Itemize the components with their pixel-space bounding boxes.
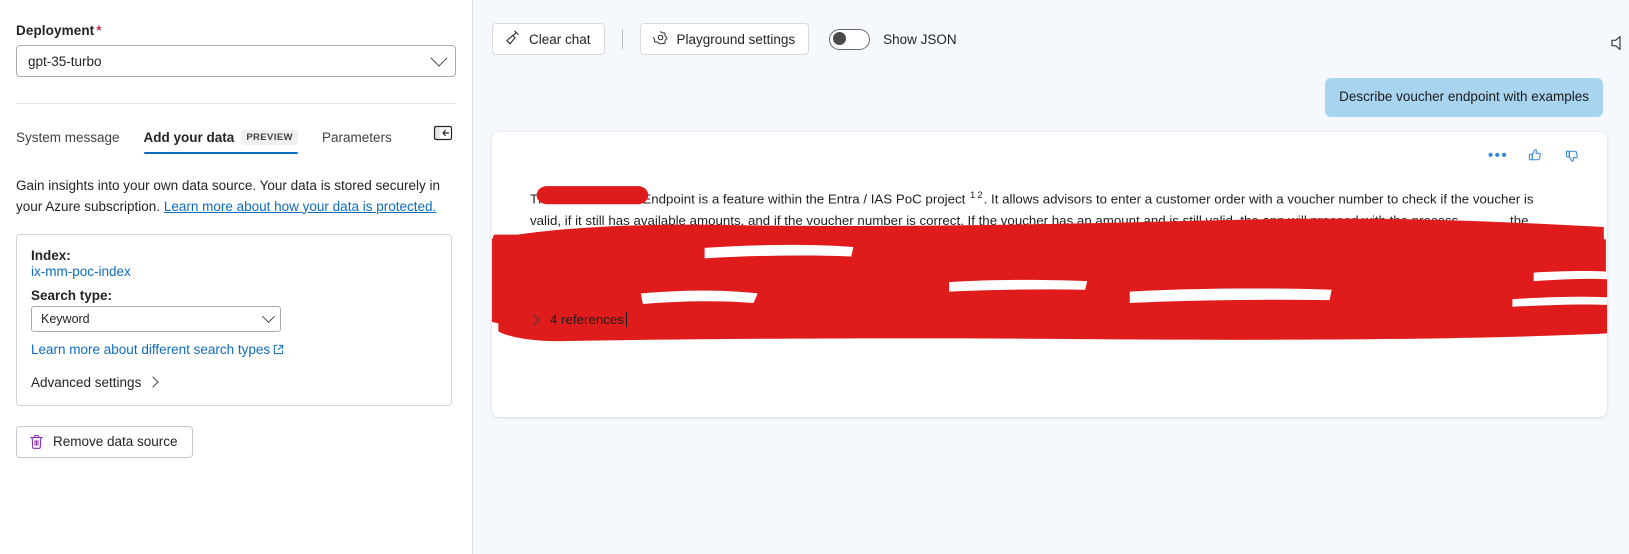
- redacted-name-1: [557, 191, 601, 206]
- search-types-link[interactable]: Learn more about different search types: [31, 340, 284, 360]
- tab-system-message-label: System message: [16, 130, 120, 145]
- remove-data-source-label: Remove data source: [53, 434, 178, 450]
- configuration-panel: Deployment * gpt-35-turbo System message …: [0, 0, 473, 554]
- chat-panel: Clear chat Playground settings Show JSON: [473, 0, 1629, 554]
- trash-icon: [29, 434, 44, 450]
- answer-paragraph: The Check Endpoint is a feature within t…: [530, 188, 1538, 297]
- gear-icon: [652, 29, 669, 49]
- collapse-panel-icon[interactable]: [432, 124, 454, 142]
- search-type-dropdown[interactable]: Keyword: [31, 306, 281, 333]
- references-label: 4 references: [550, 312, 624, 328]
- deployment-label: Deployment *: [16, 23, 456, 38]
- index-label: Index:: [31, 248, 71, 264]
- answer-fragment-th: Th: [606, 234, 623, 250]
- chat-toolbar: Clear chat Playground settings Show JSON: [473, 0, 1629, 78]
- deployment-dropdown[interactable]: gpt-35-turbo: [16, 45, 456, 77]
- chevron-down-icon: [262, 309, 275, 323]
- answer-fragment-process: process: [1411, 212, 1459, 228]
- speaker-icon[interactable]: [1609, 32, 1629, 54]
- external-link-icon: [273, 341, 284, 355]
- broom-icon: [504, 29, 521, 49]
- more-options-icon[interactable]: •••: [1488, 147, 1508, 165]
- toggle-knob: [833, 32, 847, 45]
- thumbs-down-icon[interactable]: [1563, 147, 1581, 165]
- citation-4[interactable]: 4: [531, 277, 536, 288]
- thumbs-up-icon[interactable]: [1526, 147, 1544, 165]
- references-expander[interactable]: 4 references: [512, 312, 1587, 328]
- tab-add-your-data-label: Add your data: [143, 130, 235, 145]
- advanced-settings-toggle[interactable]: Advanced settings: [31, 375, 437, 390]
- deployment-label-text: Deployment: [16, 23, 95, 38]
- data-source-description: Gain insights into your own data source.…: [16, 176, 452, 217]
- assistant-message-actions: •••: [512, 144, 1587, 168]
- panel-divider: [16, 103, 456, 104]
- advanced-settings-label: Advanced settings: [31, 374, 142, 390]
- preview-badge: PREVIEW: [241, 130, 298, 145]
- tab-system-message[interactable]: System message: [16, 130, 132, 154]
- index-value: ix-mm-poc-index: [31, 264, 131, 280]
- data-protection-link[interactable]: Learn more about how your data is protec…: [164, 199, 436, 214]
- tab-add-your-data[interactable]: Add your data PREVIEW: [132, 130, 310, 154]
- answer-fragment-stories: r stories in the 1.x.2: [928, 234, 1045, 250]
- citation-2[interactable]: 2: [977, 190, 982, 201]
- citation-3[interactable]: 3: [597, 233, 602, 244]
- toolbar-separator: [621, 29, 623, 49]
- assistant-message-card: ••• The Check Endpoint is a feature with…: [492, 131, 1607, 417]
- assistant-answer-text: The Check Endpoint is a feature within t…: [512, 188, 1542, 297]
- show-json-toggle[interactable]: [829, 28, 871, 50]
- remove-data-source-button[interactable]: Remove data source: [16, 425, 193, 458]
- tab-parameters[interactable]: Parameters: [310, 130, 404, 154]
- clear-chat-button[interactable]: Clear chat: [492, 23, 605, 55]
- config-tabs: System message Add your data PREVIEW Par…: [16, 112, 456, 154]
- ellipsis-glyph: •••: [1488, 147, 1508, 165]
- answer-part-2: Check Endpoint is a feature within the E…: [600, 190, 966, 206]
- user-message-row: Describe voucher endpoint with examples: [492, 78, 1607, 117]
- chevron-right-icon: [147, 376, 159, 388]
- clear-chat-label: Clear chat: [529, 31, 591, 47]
- search-type-label: Search type:: [31, 288, 113, 304]
- search-type-row: Keyword Learn more about different searc…: [31, 306, 437, 360]
- tab-parameters-label: Parameters: [321, 130, 392, 145]
- required-asterisk: *: [96, 23, 102, 38]
- playground-settings-label: Playground settings: [676, 31, 796, 47]
- playground-settings-button[interactable]: Playground settings: [639, 23, 810, 55]
- chat-playground-page: Deployment * gpt-35-turbo System message …: [0, 0, 1629, 554]
- chevron-down-icon: [430, 49, 448, 67]
- show-json-label: Show JSON: [883, 31, 957, 47]
- user-message-bubble: Describe voucher endpoint with examples: [1325, 78, 1603, 117]
- answer-part-1: The: [530, 190, 557, 206]
- chevron-right-icon: [528, 314, 540, 326]
- search-types-link-label: Learn more about different search types: [31, 342, 271, 358]
- citation-1[interactable]: 1: [970, 190, 975, 201]
- answer-fragment-concept: concept: [1144, 255, 1192, 271]
- text-cursor: [625, 312, 627, 328]
- search-type-dropdown-value: Keyword: [41, 312, 90, 327]
- deployment-dropdown-value: gpt-35-turbo: [28, 53, 102, 69]
- data-source-card: Index: ix-mm-poc-index Search type: Keyw…: [16, 234, 452, 406]
- chat-messages-area: Describe voucher endpoint with examples …: [473, 78, 1629, 554]
- answer-period: .: [537, 277, 541, 293]
